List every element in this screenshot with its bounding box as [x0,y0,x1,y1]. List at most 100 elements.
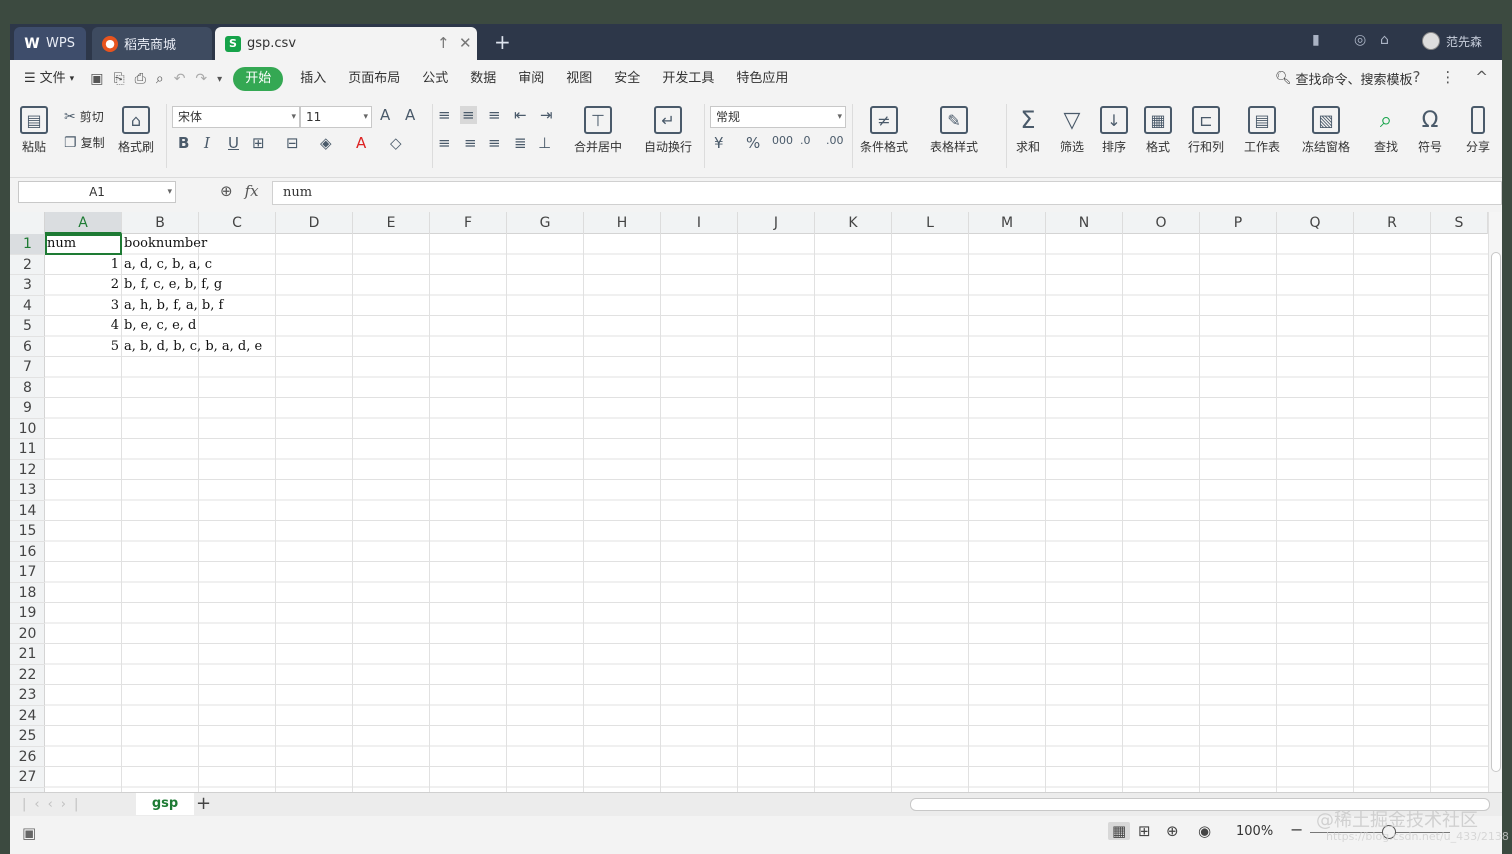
border-icon[interactable]: ⊞ [252,134,265,152]
command-search[interactable]: 🔍︎ 查找命令、搜索模板 [1275,69,1413,88]
merge-center-button[interactable]: ⊤ 合并居中 [574,106,622,155]
cell-b5[interactable]: b, e, c, e, d [124,316,196,336]
row-header[interactable]: 20 [10,624,45,644]
tab-docer-store[interactable]: ● 稻壳商城 [92,27,212,60]
underline-icon[interactable]: U [228,134,239,152]
align-bottom-icon[interactable]: ≡ [488,106,501,124]
more-icon[interactable]: ⋮ [1440,68,1455,86]
row-header[interactable]: 12 [10,460,45,480]
column-header-e[interactable]: E [353,212,430,234]
menu-page-layout[interactable]: 页面布局 [337,67,411,91]
cell-a4[interactable]: 3 [45,296,122,316]
customize-toolbar-icon[interactable]: ▾ [212,74,227,85]
paste-button[interactable]: ▤ 粘贴 [20,106,48,155]
cut-button[interactable]: ✂ 剪切 [64,108,104,125]
window-count-icon[interactable]: ▮ [1312,32,1320,48]
cell-area[interactable]: num booknumber 1 a, d, c, b, a, c 2 b, f… [45,234,1490,792]
cell-b4[interactable]: a, h, b, f, a, b, f [124,296,223,316]
menu-start[interactable]: 开始 [233,67,284,91]
normal-view-icon[interactable]: ▦ [1108,822,1131,840]
font-size-select[interactable]: 11 [300,106,372,128]
italic-icon[interactable]: I [204,134,210,152]
column-header-d[interactable]: D [276,212,353,234]
help-icon[interactable]: ? [1412,68,1420,86]
thousands-icon[interactable]: 000 [772,134,793,147]
print-preview-icon[interactable]: ⌕ [151,71,169,87]
row-header[interactable]: 14 [10,501,45,521]
column-header-a[interactable]: A [45,212,122,234]
menu-developer[interactable]: 开发工具 [651,67,725,91]
export-icon[interactable]: ⎘ [108,71,129,87]
cell-a2[interactable]: 1 [45,255,122,275]
column-header-i[interactable]: I [661,212,738,234]
column-header-k[interactable]: K [815,212,892,234]
row-header[interactable]: 19 [10,603,45,624]
align-middle-icon[interactable]: ≡ [460,106,477,124]
tab-wps-home[interactable]: W WPS [14,27,86,60]
zoom-out-icon[interactable]: − [1290,820,1303,839]
sheet-navigation[interactable]: |‹‹›| [22,797,86,812]
wrap-text-button[interactable]: ↵ 自动换行 [644,106,692,155]
row-header[interactable]: 1 [10,234,45,255]
row-header[interactable]: 10 [10,419,45,439]
vertical-scroll-thumb[interactable] [1491,252,1501,772]
row-header[interactable]: 5 [10,316,45,337]
collapse-ribbon-icon[interactable]: ^ [1475,68,1488,86]
column-header-s[interactable]: S [1431,212,1488,234]
align-left-icon[interactable]: ≡ [438,134,451,152]
number-format-select[interactable]: 常规 [710,106,846,128]
row-header[interactable]: 11 [10,439,45,460]
row-header[interactable]: 16 [10,542,45,562]
column-header-h[interactable]: H [584,212,661,234]
cell-b2[interactable]: a, d, c, b, a, c [124,255,212,275]
cell-a3[interactable]: 2 [45,275,122,295]
column-header-c[interactable]: C [199,212,276,234]
row-header[interactable]: 26 [10,747,45,767]
currency-icon[interactable]: ¥ [714,134,724,152]
column-header-l[interactable]: L [892,212,969,234]
menu-special[interactable]: 特色应用 [725,67,799,91]
font-name-select[interactable]: 宋体 [172,106,300,128]
row-header[interactable]: 7 [10,357,45,378]
column-header-g[interactable]: G [507,212,584,234]
sync-icon[interactable]: ◎ [1354,32,1366,48]
menu-formula[interactable]: 公式 [411,67,459,91]
format-button[interactable]: ▦ 格式 [1144,106,1172,155]
name-box[interactable]: A1 [18,181,176,203]
print-icon[interactable]: ⎙ [130,71,151,87]
save-icon[interactable]: ▣ [85,71,108,87]
sum-button[interactable]: Σ 求和 [1014,106,1042,155]
freeze-panes-button[interactable]: ▧ 冻结窗格 [1302,106,1350,155]
row-header[interactable]: 4 [10,296,45,316]
vertical-scrollbar[interactable] [1488,212,1502,792]
row-header[interactable]: 8 [10,378,45,398]
format-painter-button[interactable]: ⌂ 格式刷 [118,106,154,155]
column-header-b[interactable]: B [122,212,199,234]
decrease-font-icon[interactable]: A [405,106,415,124]
menu-view[interactable]: 视图 [555,67,603,91]
row-header[interactable]: 18 [10,583,45,603]
cell-b3[interactable]: b, f, c, e, b, f, g [124,275,222,295]
cell-b6[interactable]: a, b, d, b, c, b, a, d, e [124,337,262,357]
row-header[interactable]: 9 [10,398,45,419]
indent-increase-icon[interactable]: ⇥ [540,106,553,124]
filter-button[interactable]: ▽ 筛选 [1058,106,1086,155]
conditional-format-button[interactable]: ≠ 条件格式 [860,106,908,155]
increase-font-icon[interactable]: A [380,106,390,124]
menu-review[interactable]: 审阅 [507,67,555,91]
font-color-icon[interactable]: A [356,134,366,152]
cell-b1[interactable]: booknumber [124,234,207,254]
row-header[interactable]: 23 [10,685,45,706]
column-header-p[interactable]: P [1200,212,1277,234]
cell-style-icon[interactable]: ⊟ [286,134,299,152]
row-header[interactable]: 25 [10,726,45,747]
zoom-level[interactable]: 100% [1236,824,1273,839]
redo-icon[interactable]: ↷ [190,71,212,87]
indent-decrease-icon[interactable]: ⇤ [514,106,527,124]
column-header-j[interactable]: J [738,212,815,234]
row-header[interactable]: 2 [10,255,45,275]
find-button[interactable]: ⌕ 查找 [1372,106,1400,155]
align-center-icon[interactable]: ≡ [464,134,477,152]
new-tab-button[interactable]: + [494,30,511,54]
column-header-n[interactable]: N [1046,212,1123,234]
